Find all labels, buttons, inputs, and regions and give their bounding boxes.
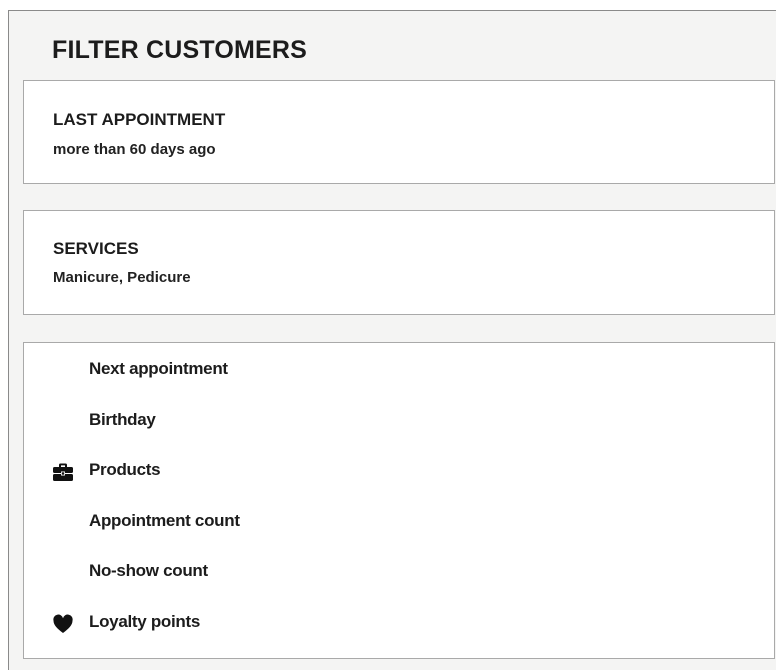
option-label: Birthday (89, 410, 156, 429)
option-label: Loyalty points (89, 612, 201, 631)
option-label: Appointment count (89, 511, 240, 530)
option-appointment-count[interactable]: Appointment count (24, 501, 774, 541)
filter-services-value: Manicure, Pedicure (53, 269, 191, 286)
option-label: Next appointment (89, 359, 228, 378)
filter-last-appointment[interactable]: LAST APPOINTMENT more than 60 days ago (23, 80, 775, 184)
briefcase-icon (52, 462, 74, 482)
filter-options-list: Next appointment Birthday Products Appoi… (23, 342, 775, 659)
option-label: No-show count (89, 561, 208, 580)
page-title: FILTER CUSTOMERS (52, 36, 308, 64)
filter-services[interactable]: SERVICES Manicure, Pedicure (23, 210, 775, 315)
option-label: Products (89, 460, 161, 479)
filter-last-appointment-value: more than 60 days ago (53, 141, 216, 158)
filter-services-label: SERVICES (53, 239, 139, 258)
filter-last-appointment-label: LAST APPOINTMENT (53, 110, 226, 129)
option-next-appointment[interactable]: Next appointment (24, 349, 774, 389)
filter-panel: FILTER CUSTOMERS LAST APPOINTMENT more t… (8, 10, 776, 670)
option-birthday[interactable]: Birthday (24, 400, 774, 440)
heart-icon (52, 614, 74, 634)
option-loyalty-points[interactable]: Loyalty points (24, 602, 774, 642)
option-products[interactable]: Products (24, 450, 774, 490)
option-no-show-count[interactable]: No-show count (24, 551, 774, 591)
